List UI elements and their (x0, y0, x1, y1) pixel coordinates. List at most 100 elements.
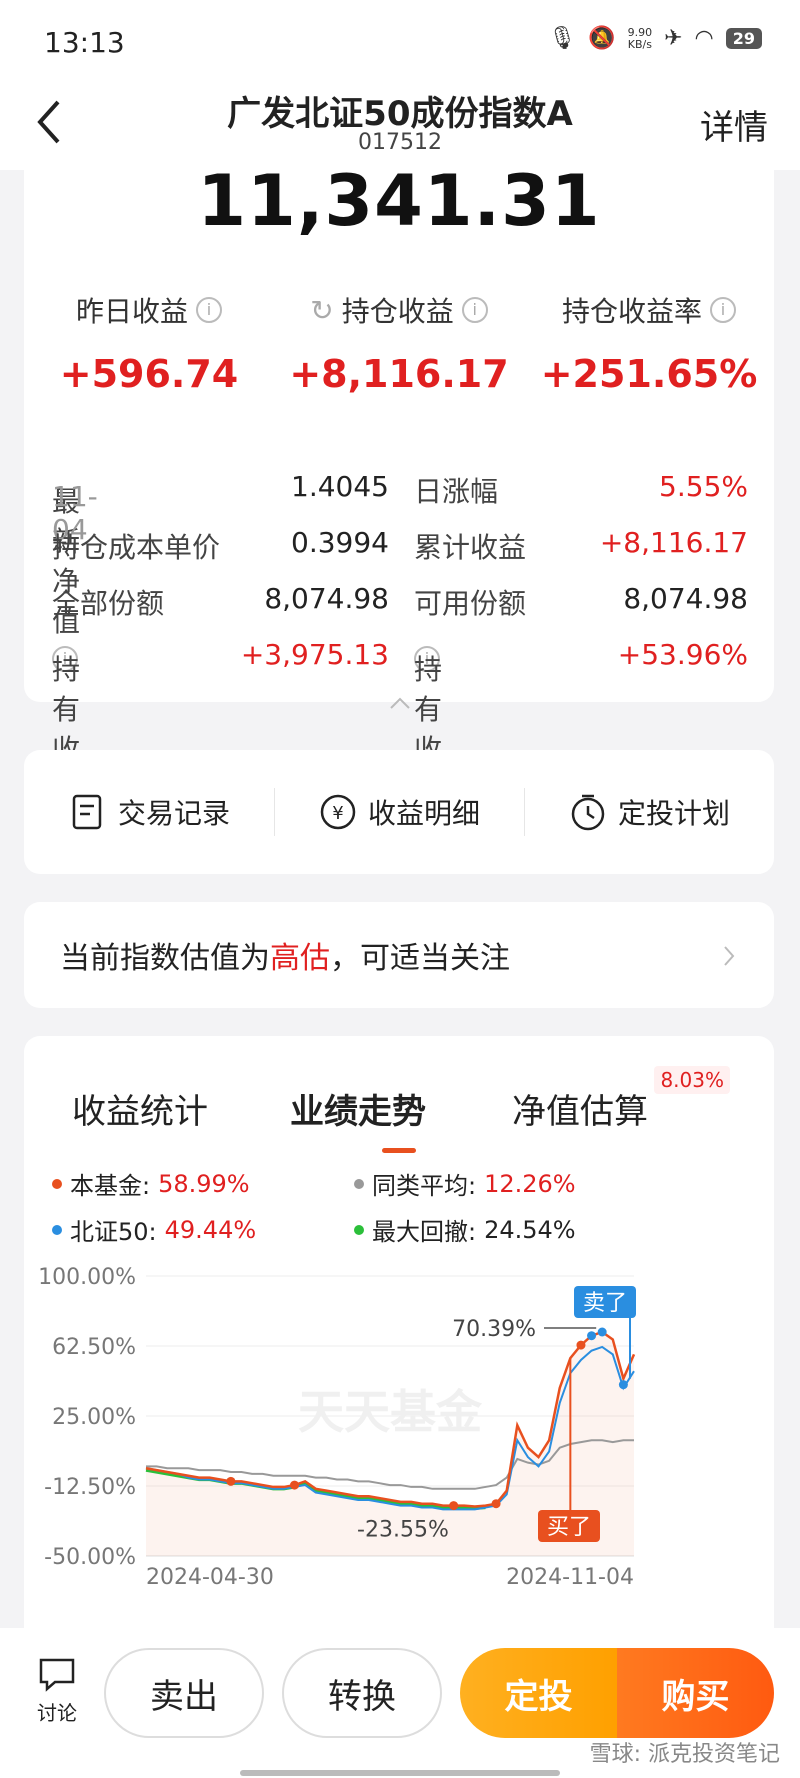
convert-button[interactable]: 转换 (282, 1648, 442, 1738)
mic-icon: 🎙 (548, 26, 577, 51)
legend-dot (52, 1224, 62, 1235)
detail-key: 日涨幅 (414, 475, 499, 508)
metric-holding-profit: ↻ 持仓收益 i +8,116.17 (274, 290, 524, 397)
valuation-prefix: 当前指数估值为 (60, 941, 270, 976)
svg-text:¥: ¥ (332, 803, 343, 824)
legend-name: 最大回撤: (372, 1218, 477, 1246)
detail-key: 持有收益率 i (414, 638, 442, 846)
trade-point (576, 1340, 586, 1350)
legend-name: 同类平均: (372, 1172, 477, 1200)
legend-name: 北证50: (70, 1218, 157, 1246)
detail-value: 8,074.98 (623, 582, 748, 615)
valuation-suffix: ，可适当关注 (330, 941, 510, 976)
tab-profit-stats[interactable]: 收益统计 (72, 1084, 208, 1133)
legend-item-fund: 本基金: 58.99% (52, 1166, 250, 1201)
sell-button[interactable]: 卖出 (104, 1648, 264, 1738)
action-label: 定投计划 (617, 797, 730, 830)
legend-value: 12.26% (484, 1169, 576, 1198)
bottom-action-bar: 讨论 卖出 转换 定投 购买 雪球: 派克投资笔记 (0, 1628, 800, 1778)
holding-summary-card: 11,341.31 昨日收益 i +596.74 ↻ 持仓收益 i +8,116.17… (24, 150, 774, 846)
document-icon (72, 794, 102, 830)
legend-name: 本基金: (70, 1172, 151, 1200)
profit-detail-button[interactable]: ¥ 收益明细 (274, 750, 524, 874)
legend-dot (354, 1178, 364, 1189)
detail-value: +3,975.13 (240, 638, 389, 671)
y-tick-label: 100.00% (38, 1266, 136, 1290)
sell-point (618, 1380, 628, 1390)
refresh-icon[interactable]: ↻ (310, 294, 333, 327)
metric-value: +8,116.17 (289, 352, 509, 396)
valuation-notice[interactable]: 当前指数估值为 高估 ，可适当关注 (24, 902, 774, 1008)
legend-dot (52, 1178, 62, 1189)
metric-yesterday: 昨日收益 i +596.74 (24, 290, 274, 396)
trade-point (491, 1499, 501, 1509)
estimate-badge: 8.03% (654, 1066, 730, 1094)
metric-value: +251.65% (540, 352, 758, 396)
info-icon[interactable]: i (461, 297, 488, 323)
detail-value: +53.96% (617, 638, 748, 671)
detail-key: 累计收益 (414, 531, 527, 564)
auto-invest-plan-button[interactable]: 定投计划 (524, 750, 774, 874)
valuation-highlight: 高估 (270, 941, 330, 976)
total-assets: 11,341.31 (197, 160, 601, 242)
collapse-chevron-icon[interactable] (388, 696, 412, 710)
y-tick-label: -12.50% (44, 1475, 136, 1500)
legend-dot (354, 1224, 364, 1235)
detail-key: 持仓成本单价 (52, 531, 221, 564)
active-tab-indicator (382, 1148, 416, 1153)
action-bar: 交易记录 ¥ 收益明细 定投计划 (24, 750, 774, 874)
home-indicator (240, 1770, 560, 1776)
x-tick-label: 2024-11-04 (506, 1565, 634, 1590)
legend-item-drawdown: 最大回撤: 24.54% (354, 1212, 576, 1247)
detail-row: 持仓成本单价 0.3994 累计收益 +8,116.17 (24, 516, 774, 572)
metric-holding-rate: 持仓收益率 i +251.65% (524, 290, 774, 396)
detail-link[interactable]: 详情 (700, 100, 768, 149)
trade-point (290, 1480, 300, 1490)
detail-key: 持有收益 i (52, 638, 80, 806)
auto-invest-button[interactable]: 定投 (460, 1648, 617, 1738)
action-label: 收益明细 (367, 797, 480, 830)
sell-point (597, 1327, 607, 1337)
legend-value: 49.44% (164, 1215, 257, 1244)
legend-item-peer: 同类平均: 12.26% (354, 1166, 576, 1201)
legend-item-index: 北证50: 49.44% (52, 1212, 256, 1247)
min-label: -23.55% (357, 1518, 449, 1543)
trade-point (449, 1501, 459, 1511)
yen-icon: ¥ (320, 794, 356, 830)
tab-performance[interactable]: 业绩走势 (290, 1084, 426, 1133)
info-icon[interactable]: i (196, 297, 222, 323)
performance-chart[interactable]: 100.00% 62.50% 25.00% -12.50% -50.00% 2024-04… (24, 1266, 774, 1686)
discuss-button[interactable]: 讨论 (34, 1656, 80, 1726)
action-label: 交易记录 (117, 797, 230, 830)
metric-label: 昨日收益 (75, 295, 188, 328)
battery-icon: 29 (725, 28, 762, 49)
buy-button[interactable]: 购买 (617, 1648, 774, 1738)
xueqiu-watermark: 雪球: 派克投资笔记 (589, 1742, 780, 1767)
chevron-right-icon (724, 946, 735, 966)
metric-label: 持仓收益 (341, 295, 454, 328)
detail-value: 1.4045 (291, 470, 389, 503)
fund-title: 广发北证50成份指数A (227, 94, 573, 134)
detail-value: +8,116.17 (599, 526, 748, 559)
metric-value: +596.74 (59, 352, 239, 396)
status-icons: 🎙 🔕 9.90 KB/s ✈ ◠ 29 (548, 26, 762, 51)
info-icon[interactable]: i (710, 297, 736, 323)
x-tick-label: 2024-04-30 (146, 1565, 274, 1590)
sell-tag-label: 卖了 (583, 1291, 627, 1316)
detail-row: 持有收益 i +3,975.13 持有收益率 i +53.96% (24, 628, 774, 846)
detail-key: 可用份额 (414, 587, 527, 620)
detail-value: 5.55% (659, 470, 748, 503)
max-label: 70.39% (452, 1317, 536, 1342)
chart-tabs: 收益统计 业绩走势 净值估算 8.03% (24, 1064, 774, 1153)
y-tick-label: 62.50% (52, 1335, 136, 1360)
discuss-label: 讨论 (37, 1701, 77, 1725)
mute-icon: 🔕 (588, 26, 616, 51)
trade-record-button[interactable]: 交易记录 (24, 750, 274, 874)
net-speed: 9.90 KB/s (627, 26, 653, 51)
status-time: 13:13 (44, 26, 125, 59)
timer-icon (571, 794, 605, 831)
tab-nav-estimate[interactable]: 净值估算 (512, 1084, 648, 1133)
chat-bubble-icon (39, 1658, 75, 1692)
detail-key: 全部份额 (52, 587, 165, 620)
net-speed-unit: KB/s (627, 37, 652, 51)
